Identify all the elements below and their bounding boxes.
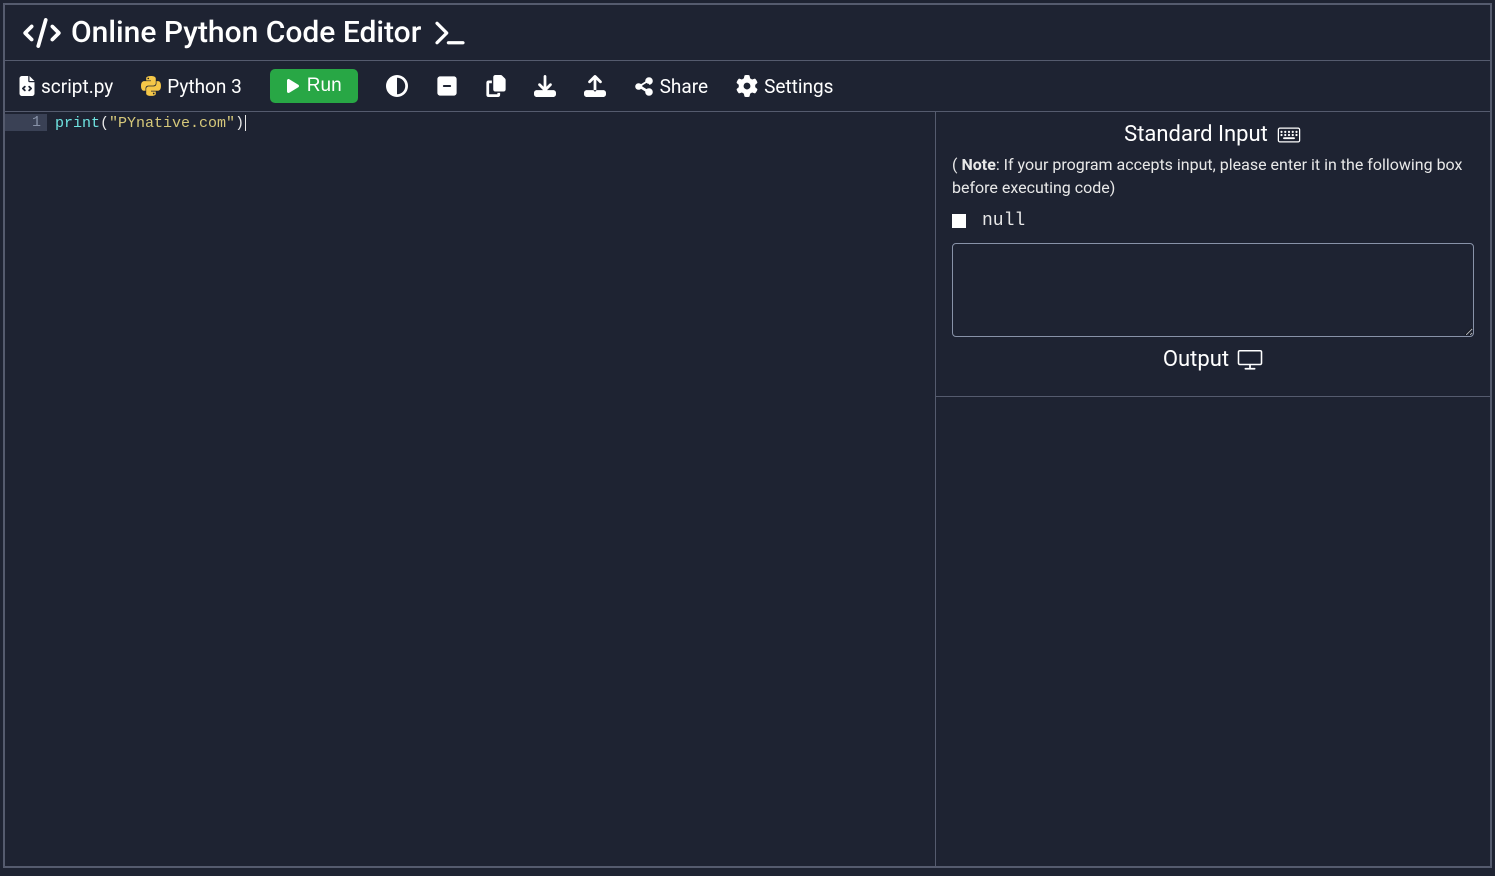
keyboard-icon (1276, 125, 1302, 145)
copy-button[interactable] (486, 75, 506, 97)
download-button[interactable] (534, 75, 556, 97)
gutter: 1 (5, 112, 55, 866)
code-line: print("PYnative.com") (55, 114, 935, 134)
main: 1 print("PYnative.com") Standard Input (… (5, 112, 1490, 866)
run-button[interactable]: Run (270, 69, 358, 103)
share-button[interactable]: Share (634, 75, 708, 98)
share-label: Share (660, 75, 708, 98)
theme-toggle-button[interactable] (386, 75, 408, 97)
python-icon (141, 76, 161, 96)
code-area[interactable]: print("PYnative.com") (55, 112, 935, 866)
minimize-button[interactable] (436, 75, 458, 97)
header: Online Python Code Editor (5, 5, 1490, 61)
filename-label: script.py (41, 75, 113, 98)
stdin-section: Standard Input ( Note: If your program a… (936, 112, 1490, 396)
language-item[interactable]: Python 3 (141, 75, 242, 98)
stdin-input[interactable] (952, 243, 1474, 337)
filename-item[interactable]: script.py (19, 75, 113, 98)
stdin-title: Standard Input (952, 122, 1474, 147)
null-indicator: null (952, 211, 1474, 231)
toolbar: script.py Python 3 Run (5, 61, 1490, 112)
download-icon (534, 75, 556, 97)
stdin-note: ( Note: If your program accepts input, p… (952, 153, 1474, 199)
token-string: "PYnative.com" (109, 115, 235, 132)
null-label: null (982, 211, 1025, 231)
token-function: print (55, 115, 100, 132)
output-title: Output (952, 347, 1474, 372)
settings-button[interactable]: Settings (736, 75, 833, 98)
language-label: Python 3 (167, 75, 242, 98)
right-pane: Standard Input ( Note: If your program a… (935, 112, 1490, 866)
share-icon (634, 76, 654, 96)
terminal-icon (435, 20, 465, 46)
page-title: Online Python Code Editor (71, 15, 421, 50)
stop-icon (952, 214, 966, 228)
minus-square-icon (436, 75, 458, 97)
contrast-icon (386, 75, 408, 97)
gear-icon (736, 75, 758, 97)
editor-pane[interactable]: 1 print("PYnative.com") (5, 112, 935, 866)
code-icon (23, 18, 61, 48)
output-section (936, 396, 1490, 866)
stdin-title-text: Standard Input (1124, 122, 1268, 147)
play-icon (286, 78, 300, 94)
app-frame: Online Python Code Editor script.py Pyth… (3, 3, 1492, 868)
token-open-paren: ( (100, 115, 109, 132)
settings-label: Settings (764, 75, 833, 98)
upload-button[interactable] (584, 75, 606, 97)
upload-icon (584, 75, 606, 97)
run-label: Run (307, 75, 342, 97)
file-code-icon (19, 76, 35, 96)
output-title-text: Output (1163, 347, 1229, 372)
copy-icon (486, 75, 506, 97)
monitor-icon (1237, 349, 1263, 371)
token-close-paren: ) (235, 115, 244, 132)
line-number: 1 (5, 114, 47, 131)
text-cursor (245, 115, 246, 131)
